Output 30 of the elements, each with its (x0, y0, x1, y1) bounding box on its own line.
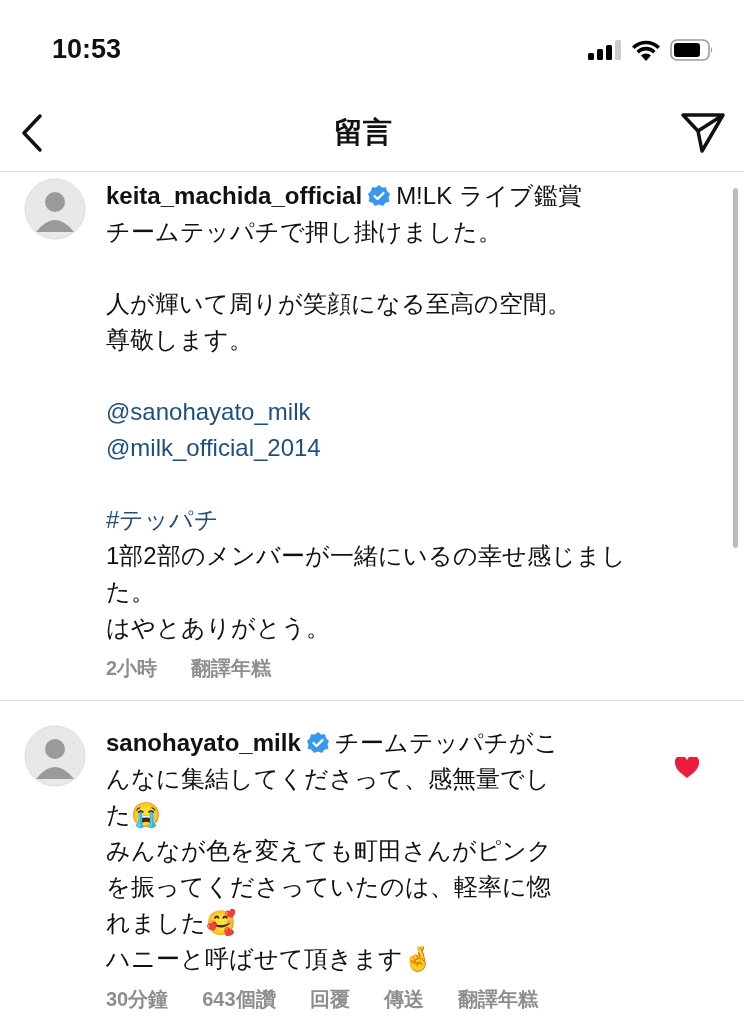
comment-text: みんなが色を変えても町田さんがピンク (106, 836, 552, 866)
avatar[interactable] (24, 178, 86, 240)
battery-icon (670, 38, 714, 61)
timestamp: 2小時 (106, 656, 158, 681)
page-title: 留言 (334, 115, 392, 151)
comment-text: んなに集結してくださって、感無量でし (106, 764, 550, 794)
mention-link[interactable]: @sanohayato_milk (106, 394, 311, 430)
comment-text: ハニーと呼ばせて頂きます🤞 (106, 944, 433, 974)
mention-link[interactable]: @milk_official_2014 (106, 430, 321, 466)
heart-icon[interactable] (675, 757, 699, 779)
send-icon[interactable] (680, 112, 726, 154)
comment-text: れました🥰 (106, 908, 236, 938)
comment-text: 尊敬します。 (106, 325, 253, 355)
timestamp: 30分鐘 (106, 987, 169, 1012)
comment-text: 人が輝いて周りが笑顔になる至高の空間。 (106, 289, 571, 319)
status-time: 10:53 (52, 33, 122, 67)
comment-text: た。 (106, 577, 155, 607)
comment-text: チームテッパチで押し掛けました。 (106, 217, 502, 247)
comment-text: た😭 (106, 800, 161, 830)
comment-text: 1部2部のメンバーが一緒にいるの幸せ感じまし (106, 541, 626, 571)
wifi-icon (631, 38, 661, 61)
signal-icon (588, 39, 622, 60)
comment-text: はやとありがとう。 (106, 613, 330, 643)
comment-text: を振ってくださっていたのは、軽率に惚 (106, 872, 551, 902)
username[interactable]: sanohayato_milk (106, 725, 301, 761)
hashtag-link[interactable]: #テッパチ (106, 502, 220, 538)
comment-text: M!LK ライブ鑑賞 (396, 181, 582, 211)
comment-text: チームテッパチがこ (334, 728, 559, 758)
avatar[interactable] (24, 725, 86, 787)
username[interactable]: keita_machida_official (106, 178, 363, 214)
